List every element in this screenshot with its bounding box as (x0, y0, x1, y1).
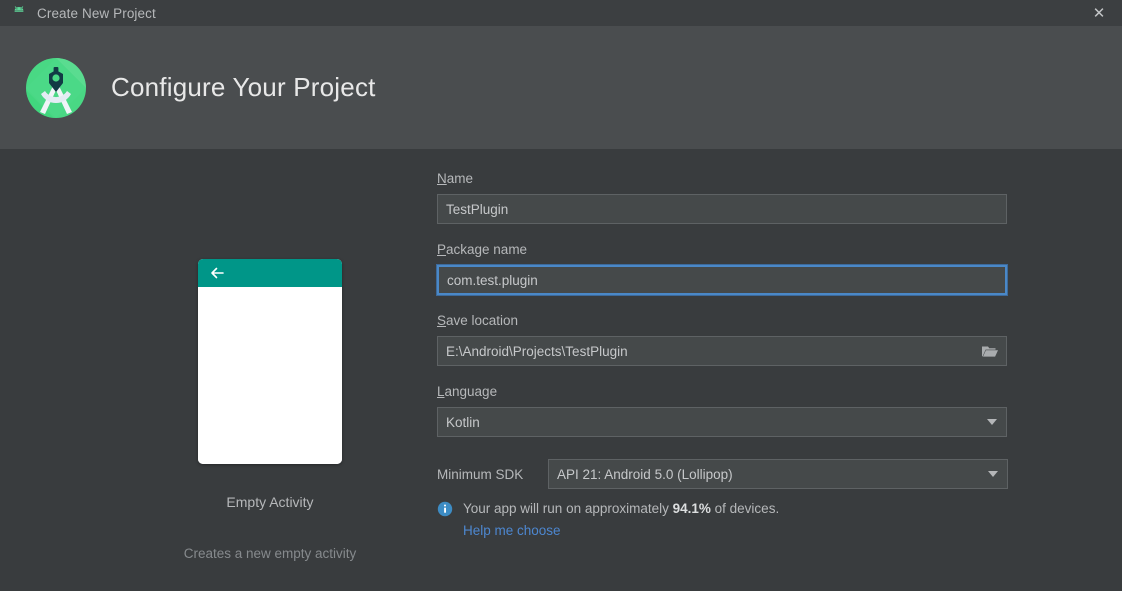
minimum-sdk-dropdown-value: API 21: Android 5.0 (Lollipop) (557, 466, 733, 482)
package-name-input[interactable]: com.test.plugin (436, 264, 1008, 296)
note-percent: 94.1% (672, 501, 711, 516)
activity-preview-card (198, 259, 342, 464)
name-label: Name (437, 171, 1009, 186)
preview-app-bar (198, 259, 342, 287)
save-location-label-mnemonic: S (437, 313, 447, 328)
name-input-value: TestPlugin (446, 201, 509, 217)
language-dropdown[interactable]: Kotlin (437, 407, 1007, 437)
dialog-content: Empty Activity Creates a new empty activ… (0, 149, 1122, 591)
title-bar: Create New Project ✕ (0, 0, 1122, 26)
package-name-label-rest: ackage name (446, 242, 528, 257)
save-location-label-rest: ave location (446, 313, 519, 328)
minimum-sdk-dropdown[interactable]: API 21: Android 5.0 (Lollipop) (548, 459, 1008, 489)
android-studio-logo (24, 56, 88, 120)
minimum-sdk-label: Minimum SDK (437, 466, 524, 482)
language-label: Language (437, 384, 1009, 399)
name-label-rest: ame (446, 171, 474, 186)
field-save-location: Save location E:\Android\Projects\TestPl… (437, 313, 1009, 366)
field-minimum-sdk: Minimum SDK API 21: Android 5.0 (Lollipo… (437, 459, 1009, 489)
preview-app-body (198, 287, 342, 464)
note-text-before: Your app will run on approximately (463, 501, 673, 516)
field-package-name: Package name com.test.plugin (436, 242, 1009, 296)
language-dropdown-value: Kotlin (446, 414, 480, 430)
name-label-mnemonic: N (437, 171, 447, 186)
package-name-input-value: com.test.plugin (447, 272, 538, 288)
project-config-form: Name TestPlugin Package name com.test.pl… (436, 171, 1009, 538)
chevron-down-icon (987, 419, 997, 425)
package-name-label-mnemonic: P (437, 242, 447, 257)
activity-preview: Empty Activity Creates a new empty activ… (150, 259, 390, 561)
android-robot-icon (11, 5, 27, 21)
sdk-coverage-text: Your app will run on approximately 94.1%… (463, 500, 779, 518)
folder-open-icon[interactable] (977, 340, 1003, 362)
page-title: Configure Your Project (111, 72, 376, 102)
save-location-input-value: E:\Android\Projects\TestPlugin (446, 343, 628, 359)
field-language: Language Kotlin (437, 384, 1009, 437)
create-new-project-dialog: Create New Project ✕ Configure Your Proj… (0, 0, 1122, 591)
activity-template-name: Empty Activity (226, 494, 314, 510)
name-input[interactable]: TestPlugin (437, 194, 1007, 224)
language-label-rest: anguage (444, 384, 498, 399)
note-text-after: of devices. (710, 501, 780, 516)
dialog-header: Configure Your Project (0, 26, 1122, 149)
sdk-coverage-note: Your app will run on approximately 94.1%… (437, 500, 1009, 518)
language-label-mnemonic: L (437, 384, 445, 399)
save-location-label: Save location (437, 313, 1009, 328)
chevron-down-icon (988, 471, 998, 477)
help-me-choose-link[interactable]: Help me choose (463, 523, 1009, 538)
info-icon (437, 501, 453, 517)
field-name: Name TestPlugin (437, 171, 1009, 224)
package-name-label: Package name (437, 242, 1009, 257)
close-button[interactable]: ✕ (1076, 0, 1122, 26)
activity-template-description: Creates a new empty activity (183, 546, 357, 561)
back-arrow-icon (208, 264, 226, 282)
save-location-input[interactable]: E:\Android\Projects\TestPlugin (437, 336, 1007, 366)
window-title: Create New Project (37, 5, 156, 21)
